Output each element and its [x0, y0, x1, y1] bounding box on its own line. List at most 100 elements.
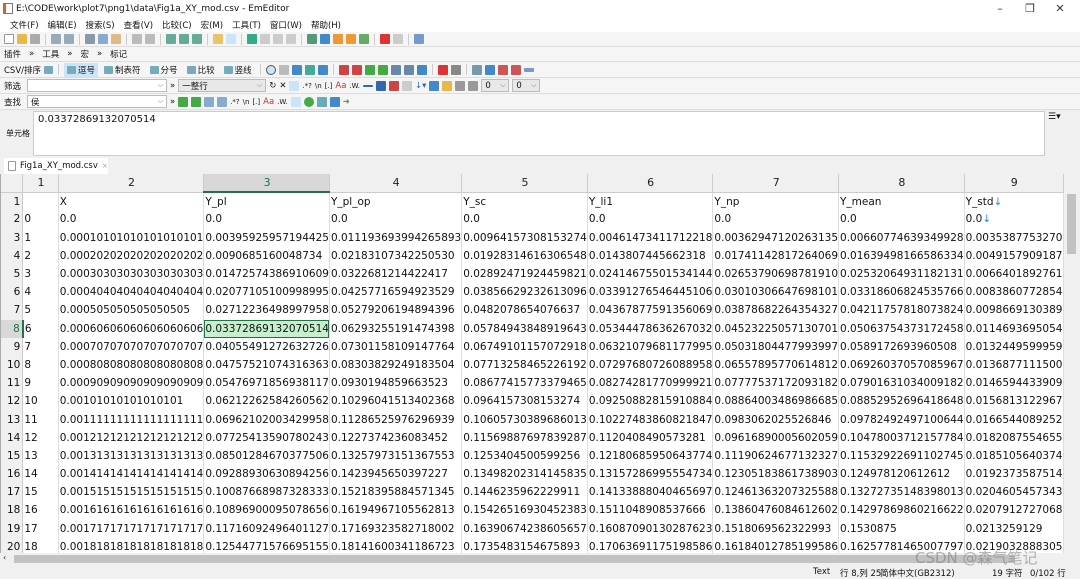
table-cell[interactable]: 13 [22, 446, 59, 465]
row-header[interactable]: 4 [1, 246, 24, 265]
table-cell[interactable]: 1 [22, 228, 59, 247]
table-cell[interactable]: 0.05063754373172458 [838, 319, 965, 338]
page-icon[interactable] [402, 80, 412, 91]
table-cell[interactable]: 0.0098669130389 [964, 301, 1064, 320]
cell-editor-menu-icon[interactable]: ☰▾ [1048, 112, 1061, 122]
csv-mode-compare[interactable]: 比较 [184, 63, 218, 77]
filter-scope-select[interactable]: 一整行 ⌵ [178, 79, 267, 92]
row-header[interactable]: 18 [1, 501, 24, 520]
table-cell[interactable]: 0.0156813122967 [964, 392, 1064, 411]
menu-compare[interactable]: 比较(C) [162, 19, 192, 31]
table-cell[interactable]: 0.07725413590780243 [203, 428, 330, 447]
column-header[interactable]: 2 [58, 174, 205, 193]
menu-edit[interactable]: 编辑(E) [48, 19, 77, 31]
table-cell[interactable]: 0.04257716594923529 [329, 283, 463, 302]
row-header[interactable]: 13 [1, 410, 24, 429]
table-cell[interactable]: 0 [22, 210, 59, 229]
play-macro-icon[interactable] [393, 34, 403, 44]
sort-num-desc-icon[interactable] [377, 64, 388, 75]
table-cell[interactable]: 0.17063691175198586 [587, 537, 714, 553]
table-cell[interactable]: 0.04757521074316363 [203, 355, 330, 375]
column-header[interactable]: 8 [838, 174, 965, 193]
menu-view[interactable]: 查看(V) [124, 19, 153, 31]
table-cell[interactable]: 0.0 [461, 210, 588, 229]
copy-icon[interactable] [98, 34, 108, 44]
table-cell[interactable]: 6 [22, 319, 59, 338]
freeze-icon[interactable] [471, 64, 482, 75]
table-cell[interactable]: 0.08303829249183504 [329, 355, 463, 375]
table-cell[interactable]: 0.011193693994265893 [329, 228, 463, 247]
table-cell[interactable]: 0.06557895770614812 [712, 355, 840, 375]
match-case-icon[interactable]: Aa [263, 97, 274, 107]
csv-icon[interactable] [44, 65, 54, 74]
table-cell[interactable]: 0.12180685950643774 [587, 446, 714, 465]
layout-icon[interactable] [273, 34, 283, 44]
table-cell[interactable]: 0.06293255191474398 [329, 319, 463, 338]
filter-number-2[interactable]: 0 ⌵ [512, 79, 541, 92]
status-mode[interactable]: Text [813, 567, 830, 577]
table-cell[interactable]: 0.0589172693960508 [838, 337, 965, 356]
stop-record-icon[interactable] [380, 34, 390, 44]
row-header[interactable]: 17 [1, 483, 24, 502]
table-cell[interactable]: 0.16184012785199586 [712, 537, 840, 553]
table-cell[interactable]: 0.0146594433909 [964, 374, 1064, 393]
table-cell[interactable]: 0.02414675501534144 [587, 264, 714, 284]
table-cell[interactable]: 0.0930194859663523 [329, 374, 463, 393]
column-header[interactable]: 7 [712, 174, 840, 193]
find-next-icon[interactable] [191, 96, 202, 107]
table-cell[interactable]: 0.02532064931182131 [838, 264, 965, 284]
table-cell[interactable]: 0.00171717171717171717 [58, 519, 205, 538]
new-file-icon[interactable] [4, 34, 14, 44]
whole-word-icon[interactable]: .W. [277, 98, 288, 106]
table-cell[interactable]: 0.08852952696418648 [838, 392, 965, 411]
bookmark-icon[interactable] [389, 80, 399, 91]
table-cell[interactable]: 0.09288930630894256 [203, 465, 330, 484]
table-cell[interactable]: 0.10605730389686013 [461, 410, 588, 429]
table-cell[interactable]: 0.01741142817264069 [712, 246, 840, 265]
table-cell[interactable]: 0.11286525976296939 [329, 410, 463, 429]
table-cell[interactable]: 0.00020202020202020202 [58, 246, 205, 265]
table-cell[interactable]: 0.1446235962229911 [461, 483, 588, 502]
table-cell[interactable]: 0.12305183861738903 [712, 465, 840, 484]
horizontal-scrollbar[interactable]: ‹ [0, 553, 1064, 565]
row-header[interactable]: 1 [1, 192, 24, 211]
table-cell[interactable]: 0.1423945650397227 [329, 465, 463, 484]
table-cell[interactable]: 0.14133888040465697 [587, 483, 714, 502]
table-cell[interactable]: 0.16194967105562813 [329, 501, 463, 520]
sort-dialog-icon[interactable] [416, 64, 427, 75]
column-header[interactable]: 3 [203, 174, 330, 194]
table-cell[interactable]: 0.0090685160048734 [203, 246, 330, 265]
table-cell[interactable]: 0.00121212121212121212 [58, 428, 205, 447]
table-cell[interactable]: 0.12461363207325588 [712, 483, 840, 502]
list-icon[interactable] [316, 96, 327, 107]
status-position[interactable]: 行 8,列 25 [840, 567, 881, 579]
table-cell[interactable]: 0.13498202314145835 [461, 465, 588, 484]
sort-desc-icon[interactable] [351, 64, 362, 75]
table-cell[interactable]: 0.0204605457343 [964, 483, 1064, 502]
column-header[interactable]: 6 [587, 174, 714, 193]
table-cell[interactable]: 0.0192373587514 [964, 465, 1064, 484]
close-find-icon[interactable] [329, 96, 340, 107]
table-cell[interactable]: 0.0185105640374 [964, 446, 1064, 465]
status-encoding[interactable]: 简体中文(GB2312) [880, 567, 955, 579]
table-cell[interactable]: 0.13272735148398013 [838, 483, 965, 502]
scroll-left-icon[interactable]: ‹ [3, 553, 6, 562]
find-all-icon[interactable] [217, 96, 228, 107]
table-cell[interactable]: 0.1227374236083452 [329, 428, 463, 447]
table-cell[interactable]: 0.00362947120263135 [712, 228, 840, 247]
table-cell[interactable]: 0.04055491272632726 [203, 337, 330, 356]
filter-input[interactable]: ⌵ [27, 79, 167, 92]
table-cell[interactable]: 0.14297869860216622 [838, 501, 965, 520]
table-cell[interactable]: 0.08501284670377506 [203, 446, 330, 465]
copy-filter-icon[interactable] [468, 80, 479, 91]
table-cell[interactable]: 0.1735483154675893 [461, 537, 588, 553]
table-cell[interactable]: 18 [22, 537, 59, 553]
column-header[interactable]: 9 [964, 174, 1064, 193]
row-header[interactable]: 6 [1, 283, 24, 302]
join-icon[interactable] [304, 64, 315, 75]
table-cell[interactable]: 17 [22, 519, 59, 538]
table-cell[interactable]: 0.13860476084612602 [712, 501, 840, 520]
table-cell[interactable]: 0.0114693695054 [964, 319, 1064, 338]
bracket-icon[interactable]: [.] [252, 98, 260, 106]
advanced-filter-icon[interactable] [429, 80, 440, 91]
